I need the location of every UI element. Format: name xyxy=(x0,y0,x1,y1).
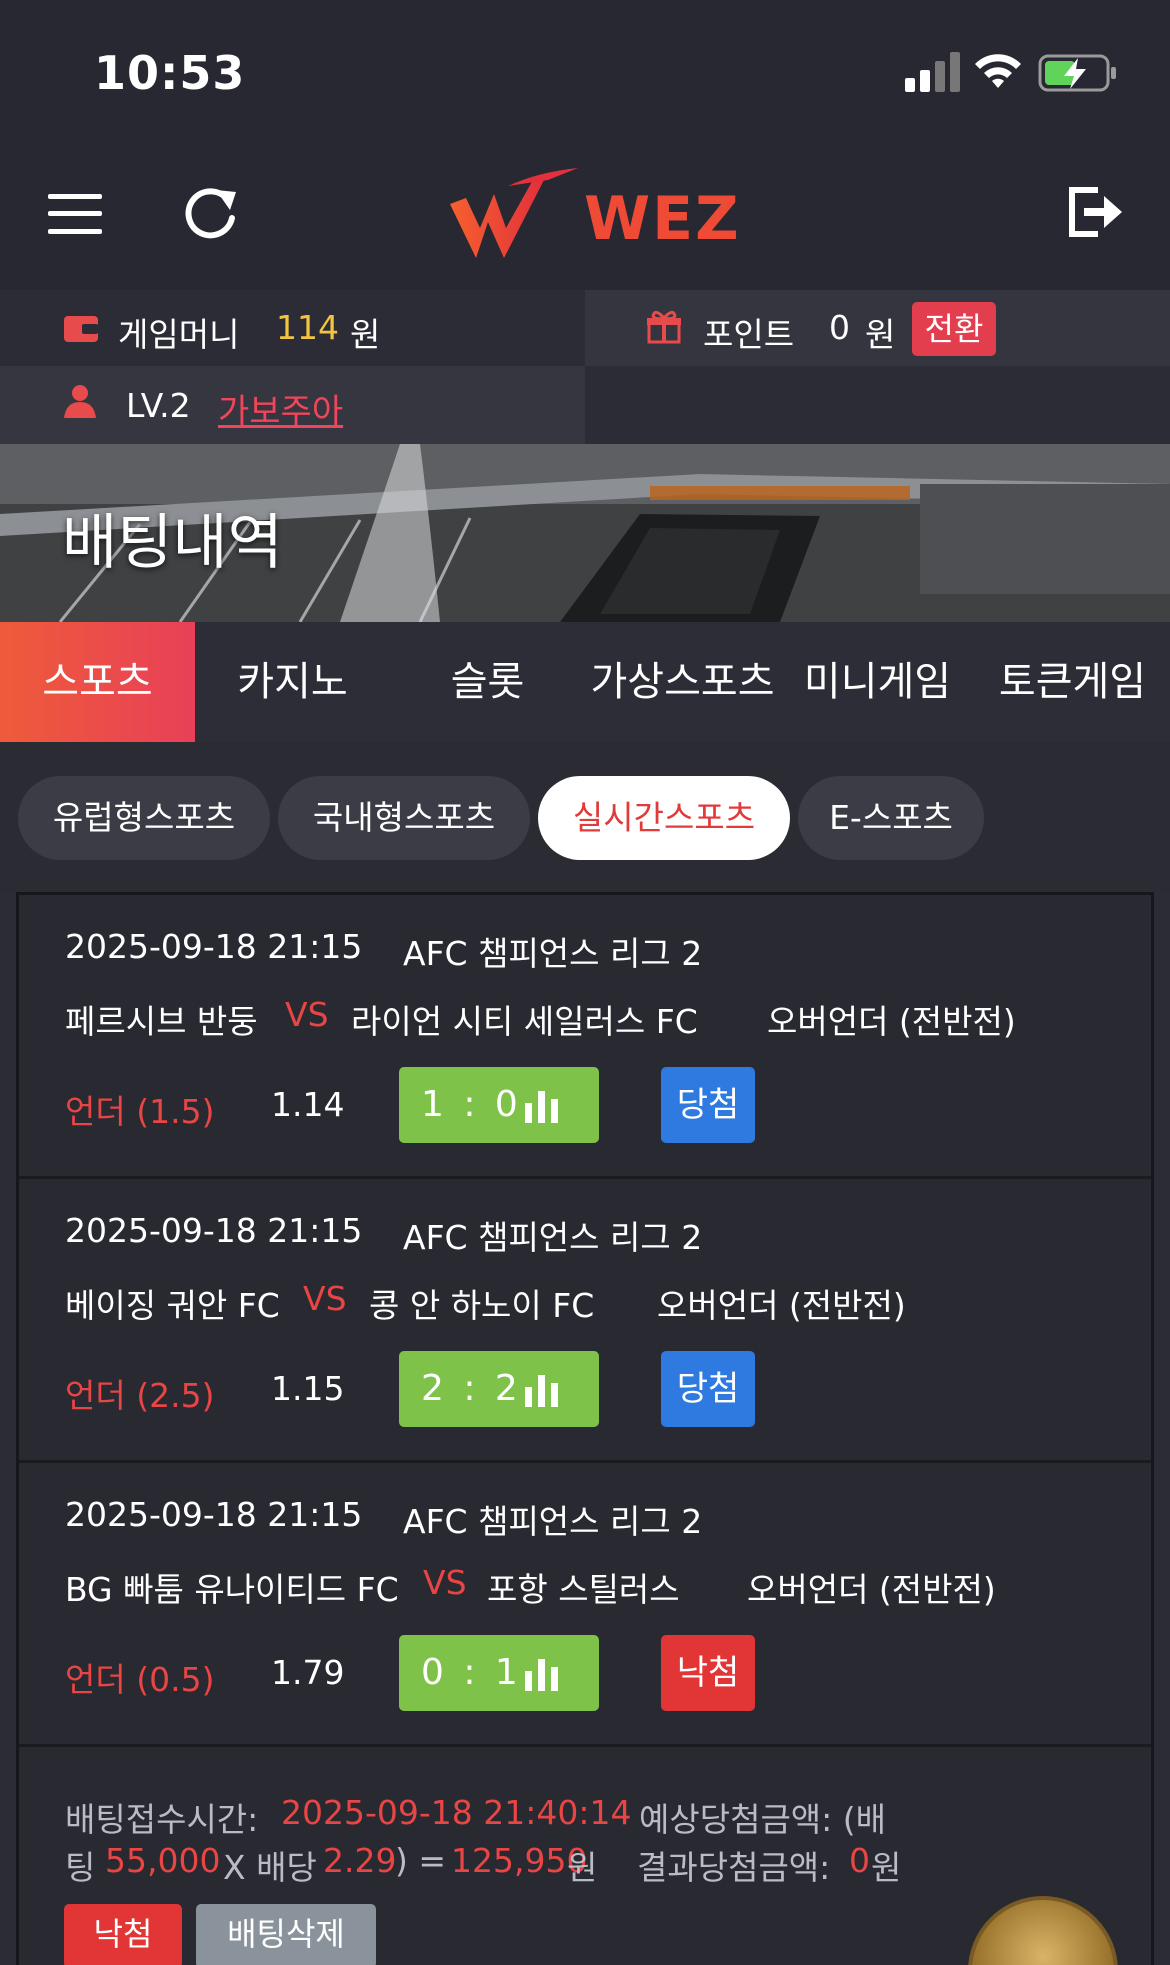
wez-logo[interactable]: WEZ xyxy=(448,166,739,266)
game-money-panel: 게임머니 114 원 xyxy=(0,290,585,366)
tab-slot[interactable]: 슬롯 xyxy=(390,622,585,742)
bet-pick: 언더 (2.5) xyxy=(65,1376,215,1415)
bet-history-card: 2025-09-18 21:15 AFC 챔피언스 리그 2 페르시브 반둥 V… xyxy=(16,892,1154,1965)
bet-odds: 1.15 xyxy=(271,1369,345,1408)
result-badge-win: 당첨 xyxy=(661,1351,755,1427)
result-amount-value: 0 xyxy=(849,1841,870,1880)
logout-icon[interactable] xyxy=(1066,184,1122,240)
bet-league: AFC 챔피언스 리그 2 xyxy=(403,1218,703,1257)
wifi-icon xyxy=(975,54,1021,88)
result-amount-label: 결과당첨금액: xyxy=(637,1848,831,1887)
category-tabs: 스포츠 카지노 슬롯 가상스포츠 미니게임 토큰게임 xyxy=(0,622,1170,742)
subtab-european-sports[interactable]: 유럽형스포츠 xyxy=(18,776,270,860)
bet-datetime: 2025-09-18 21:15 xyxy=(65,927,363,966)
bet-market: 오버언더 (전반전) xyxy=(767,1002,1016,1041)
point-label: 포인트 xyxy=(703,315,795,354)
bet-league: AFC 챔피언스 리그 2 xyxy=(403,934,703,973)
home-team: BG 빠툼 유나이티드 FC xyxy=(65,1570,399,1609)
tab-virtual-sports[interactable]: 가상스포츠 xyxy=(585,622,780,742)
odds-label: X 배당 xyxy=(223,1848,317,1887)
home-team: 베이징 궈안 FC xyxy=(65,1286,280,1325)
vs-label: VS xyxy=(423,1563,467,1602)
result-badge-lose: 낙첨 xyxy=(661,1635,755,1711)
score-button[interactable]: 0 : 1 xyxy=(399,1635,599,1711)
cellular-signal-icon xyxy=(905,52,960,92)
bet-row: 2025-09-18 21:15 AFC 챔피언스 리그 2 베이징 궈안 FC… xyxy=(19,1179,1151,1463)
receipt-time-label: 배팅접수시간: xyxy=(65,1800,259,1839)
home-team: 페르시브 반둥 xyxy=(65,1002,258,1041)
bet-datetime: 2025-09-18 21:15 xyxy=(65,1211,363,1250)
bet-row: 2025-09-18 21:15 AFC 챔피언스 리그 2 페르시브 반둥 V… xyxy=(19,895,1151,1179)
bet-row: 2025-09-18 21:15 AFC 챔피언스 리그 2 BG 빠툼 유나이… xyxy=(19,1463,1151,1747)
refresh-icon[interactable] xyxy=(182,182,240,244)
away-team: 포항 스틸러스 xyxy=(487,1570,680,1609)
delete-bet-button[interactable]: 배팅삭제 xyxy=(196,1904,376,1965)
receipt-time-value: 2025-09-18 21:40:14 xyxy=(281,1793,632,1832)
bet-market: 오버언더 (전반전) xyxy=(657,1286,906,1325)
score-value: 1 : 0 xyxy=(421,1084,522,1125)
tab-casino[interactable]: 카지노 xyxy=(195,622,390,742)
bet-odds: 1.79 xyxy=(271,1653,345,1692)
point-unit: 원 xyxy=(865,315,896,354)
sports-subtabs: 유럽형스포츠 국내형스포츠 실시간스포츠 E-스포츠 xyxy=(0,742,1170,892)
bet-market: 오버언더 (전반전) xyxy=(747,1570,996,1609)
expected-unit: 원 xyxy=(567,1848,598,1887)
equals-label: ) = xyxy=(395,1841,447,1880)
bet-league: AFC 챔피언스 리그 2 xyxy=(403,1502,703,1541)
app-header: WEZ xyxy=(0,140,1170,290)
odds-total: 2.29 xyxy=(323,1841,397,1880)
tab-sports[interactable]: 스포츠 xyxy=(0,622,195,742)
stats-chart-icon xyxy=(525,1659,558,1691)
score-button[interactable]: 2 : 2 xyxy=(399,1351,599,1427)
info-spacer xyxy=(585,366,1170,444)
away-team: 라이언 시티 세일러스 FC xyxy=(351,1002,698,1041)
vs-label: VS xyxy=(285,995,329,1034)
bet-prefix: 팅 xyxy=(65,1848,96,1887)
point-value: 0 xyxy=(829,308,850,347)
subtab-live-sports[interactable]: 실시간스포츠 xyxy=(538,776,790,860)
vs-label: VS xyxy=(303,1279,347,1318)
battery-charging-icon xyxy=(1038,54,1116,92)
lose-status-button[interactable]: 낙첨 xyxy=(64,1904,182,1965)
subtab-domestic-sports[interactable]: 국내형스포츠 xyxy=(278,776,530,860)
page-title: 배팅내역 xyxy=(62,508,283,578)
rank-name-link[interactable]: 가보주아 xyxy=(218,384,343,433)
subtab-esports[interactable]: E-스포츠 xyxy=(798,776,984,860)
bet-pick: 언더 (0.5) xyxy=(65,1660,215,1699)
tab-mini-game[interactable]: 미니게임 xyxy=(780,622,975,742)
result-amount-unit: 원 xyxy=(871,1848,902,1887)
user-icon xyxy=(64,385,96,418)
wallet-icon xyxy=(64,316,98,342)
bet-datetime: 2025-09-18 21:15 xyxy=(65,1495,363,1534)
bet-amount: 55,000 xyxy=(105,1841,221,1880)
result-badge-win: 당첨 xyxy=(661,1067,755,1143)
gift-icon xyxy=(647,311,681,344)
money-unit: 원 xyxy=(350,315,381,354)
away-team: 콩 안 하노이 FC xyxy=(369,1286,595,1325)
score-value: 0 : 1 xyxy=(421,1652,522,1693)
money-label: 게임머니 xyxy=(118,315,240,354)
page-banner: 배팅내역 xyxy=(0,444,1170,622)
bet-odds: 1.14 xyxy=(271,1085,345,1124)
level-label: LV.2 xyxy=(126,386,191,425)
stats-chart-icon xyxy=(525,1375,558,1407)
convert-button[interactable]: 전환 xyxy=(912,302,996,356)
money-value: 114 xyxy=(276,308,339,347)
menu-icon[interactable] xyxy=(48,192,102,236)
score-value: 2 : 2 xyxy=(421,1368,522,1409)
point-panel: 포인트 0 원 xyxy=(585,290,1170,366)
logo-text: WEZ xyxy=(584,184,741,254)
status-bar: 10:53 xyxy=(0,0,1170,140)
stats-chart-icon xyxy=(525,1091,558,1123)
expected-label: 예상당첨금액: (배 xyxy=(639,1800,887,1839)
score-button[interactable]: 1 : 0 xyxy=(399,1067,599,1143)
tab-token-game[interactable]: 토큰게임 xyxy=(975,622,1170,742)
status-time: 10:53 xyxy=(94,46,246,100)
bet-pick: 언더 (1.5) xyxy=(65,1092,215,1131)
